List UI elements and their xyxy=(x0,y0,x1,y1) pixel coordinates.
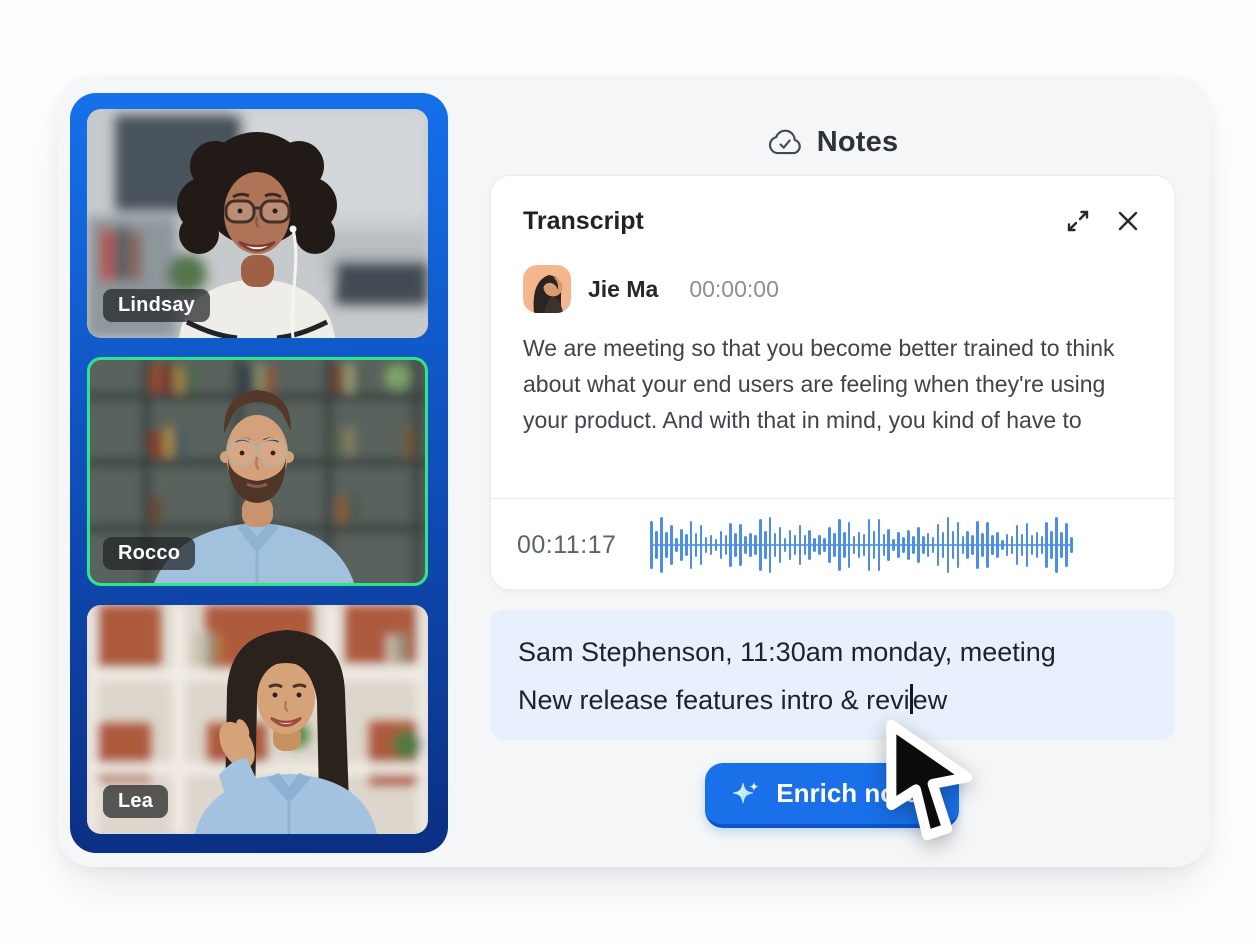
participant-name-tag: Rocco xyxy=(103,537,195,570)
waveform[interactable] xyxy=(650,515,1073,575)
playback-time: 00:11:17 xyxy=(517,531,616,560)
video-tile-rocco-active-speaker[interactable]: Rocco xyxy=(87,357,428,586)
transcript-title: Transcript xyxy=(523,207,644,236)
cloud-check-icon xyxy=(767,128,803,156)
sparkle-icon xyxy=(730,778,762,810)
transcript-text: We are meeting so that you become better… xyxy=(523,330,1144,438)
note-line-2: New release features intro & review xyxy=(518,676,1147,724)
enrich-notes-button[interactable]: Enrich notes xyxy=(705,763,959,828)
video-tile-lindsay[interactable]: Lindsay xyxy=(87,109,428,338)
meeting-notes-window: Lindsay xyxy=(57,76,1210,867)
notes-editor[interactable]: Sam Stephenson, 11:30am monday, meeting … xyxy=(490,610,1175,740)
participant-name-tag: Lea xyxy=(103,785,168,818)
enrich-notes-label: Enrich notes xyxy=(776,778,933,809)
speaker-name: Jie Ma xyxy=(588,276,658,303)
notes-panel-header: Notes xyxy=(490,120,1175,164)
close-icon[interactable] xyxy=(1114,207,1142,235)
transcript-card-header: Transcript xyxy=(523,204,1142,238)
video-participants-panel: Lindsay xyxy=(70,93,448,853)
notes-panel-title: Notes xyxy=(817,126,899,159)
video-tile-lea[interactable]: Lea xyxy=(87,605,428,834)
participant-name-tag: Lindsay xyxy=(103,289,210,322)
speaker-avatar xyxy=(523,265,571,313)
transcript-speaker-row: Jie Ma 00:00:00 xyxy=(523,265,779,313)
note-line-1: Sam Stephenson, 11:30am monday, meeting xyxy=(518,628,1147,676)
speaker-timestamp: 00:00:00 xyxy=(689,276,779,303)
expand-icon[interactable] xyxy=(1064,207,1092,235)
audio-playback-row: 00:11:17 xyxy=(491,499,1174,591)
transcript-card: Transcript xyxy=(490,175,1175,590)
